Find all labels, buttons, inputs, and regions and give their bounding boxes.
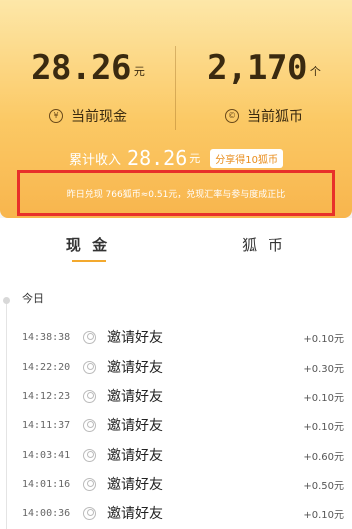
item-time: 14:12:23 bbox=[22, 390, 71, 402]
item-title: 邀请好友 bbox=[107, 418, 163, 434]
item-time: 14:03:41 bbox=[22, 449, 71, 461]
list-item[interactable]: 14:11:37 邀请好友 +0.10元 bbox=[0, 410, 352, 440]
tab-cash[interactable]: 现 金 bbox=[0, 218, 176, 270]
item-time: 14:01:16 bbox=[22, 478, 71, 490]
transaction-list: 今日 14:38:38 邀请好友 +0.10元 14:22:20 邀请好友 +0… bbox=[0, 270, 352, 529]
cash-unit: 元 bbox=[133, 65, 145, 78]
total-income-row: 累计收入 28.26 元 分享得10狐币 bbox=[0, 146, 352, 170]
list-item[interactable]: 14:01:16 邀请好友 +0.50元 bbox=[0, 469, 352, 499]
item-time: 14:11:37 bbox=[22, 419, 71, 431]
cash-balance: 28.26 元 bbox=[0, 48, 176, 88]
item-title: 邀请好友 bbox=[107, 448, 163, 464]
item-title: 邀请好友 bbox=[107, 389, 163, 405]
exchange-notice: 昨日兑现 766狐币≈0.51元，兑现汇率与参与度成正比 bbox=[17, 170, 335, 216]
share-button[interactable]: 分享得10狐币 bbox=[210, 148, 283, 168]
list-item[interactable]: 14:12:23 邀请好友 +0.10元 bbox=[0, 381, 352, 411]
tab-coins[interactable]: 狐 币 bbox=[176, 218, 352, 270]
user-icon bbox=[83, 418, 96, 432]
item-amount: +0.60元 bbox=[303, 451, 344, 463]
item-title: 邀请好友 bbox=[107, 330, 163, 346]
coins-unit: 个 bbox=[309, 65, 321, 78]
wallet-page: 28.26 元 2,170 个 ¥ 当前现金 © 当前狐币 累计收入 28.26 元… bbox=[0, 0, 352, 529]
item-time: 14:00:36 bbox=[22, 507, 71, 519]
total-value: 28.26 bbox=[127, 146, 188, 170]
notice-text: 昨日兑现 766狐币≈0.51元，兑现汇率与参与度成正比 bbox=[66, 189, 286, 200]
yuan-icon: ¥ bbox=[49, 109, 63, 123]
coins-label-row: © 当前狐币 bbox=[176, 106, 352, 126]
item-time: 14:22:20 bbox=[22, 361, 71, 373]
list-item[interactable]: 14:00:36 邀请好友 +0.10元 bbox=[0, 498, 352, 528]
user-icon bbox=[83, 506, 96, 520]
cash-label-row: ¥ 当前现金 bbox=[0, 106, 176, 126]
item-amount: +0.50元 bbox=[303, 480, 344, 492]
tab-bar: 现 金 狐 币 bbox=[0, 218, 352, 270]
coins-label: 当前狐币 bbox=[247, 109, 303, 125]
list-item[interactable]: 14:38:38 邀请好友 +0.10元 bbox=[0, 322, 352, 352]
user-icon bbox=[83, 448, 96, 462]
item-title: 邀请好友 bbox=[107, 477, 163, 493]
item-amount: +0.10元 bbox=[303, 421, 344, 433]
day-label: 今日 bbox=[22, 292, 44, 305]
total-label: 累计收入 bbox=[69, 152, 122, 168]
fox-coin-icon: © bbox=[225, 109, 239, 123]
balance-card: 28.26 元 2,170 个 ¥ 当前现金 © 当前狐币 累计收入 28.26 元… bbox=[0, 0, 352, 218]
list-item[interactable]: 14:22:20 邀请好友 +0.30元 bbox=[0, 352, 352, 382]
user-icon bbox=[83, 477, 96, 491]
item-amount: +0.10元 bbox=[303, 509, 344, 521]
item-time: 14:38:38 bbox=[22, 331, 71, 343]
user-icon bbox=[83, 330, 96, 344]
coins-value: 2,170 bbox=[207, 48, 307, 88]
user-icon bbox=[83, 360, 96, 374]
list-item[interactable]: 14:03:41 邀请好友 +0.60元 bbox=[0, 440, 352, 470]
item-amount: +0.10元 bbox=[303, 392, 344, 404]
item-amount: +0.30元 bbox=[303, 363, 344, 375]
item-amount: +0.10元 bbox=[303, 333, 344, 345]
total-unit: 元 bbox=[189, 152, 201, 165]
cash-label: 当前现金 bbox=[71, 109, 127, 125]
coins-balance: 2,170 个 bbox=[176, 48, 352, 88]
cash-value: 28.26 bbox=[31, 48, 131, 88]
timeline-dot bbox=[3, 297, 10, 304]
item-title: 邀请好友 bbox=[107, 360, 163, 376]
item-title: 邀请好友 bbox=[107, 506, 163, 522]
user-icon bbox=[83, 389, 96, 403]
active-tab-indicator bbox=[72, 260, 106, 262]
